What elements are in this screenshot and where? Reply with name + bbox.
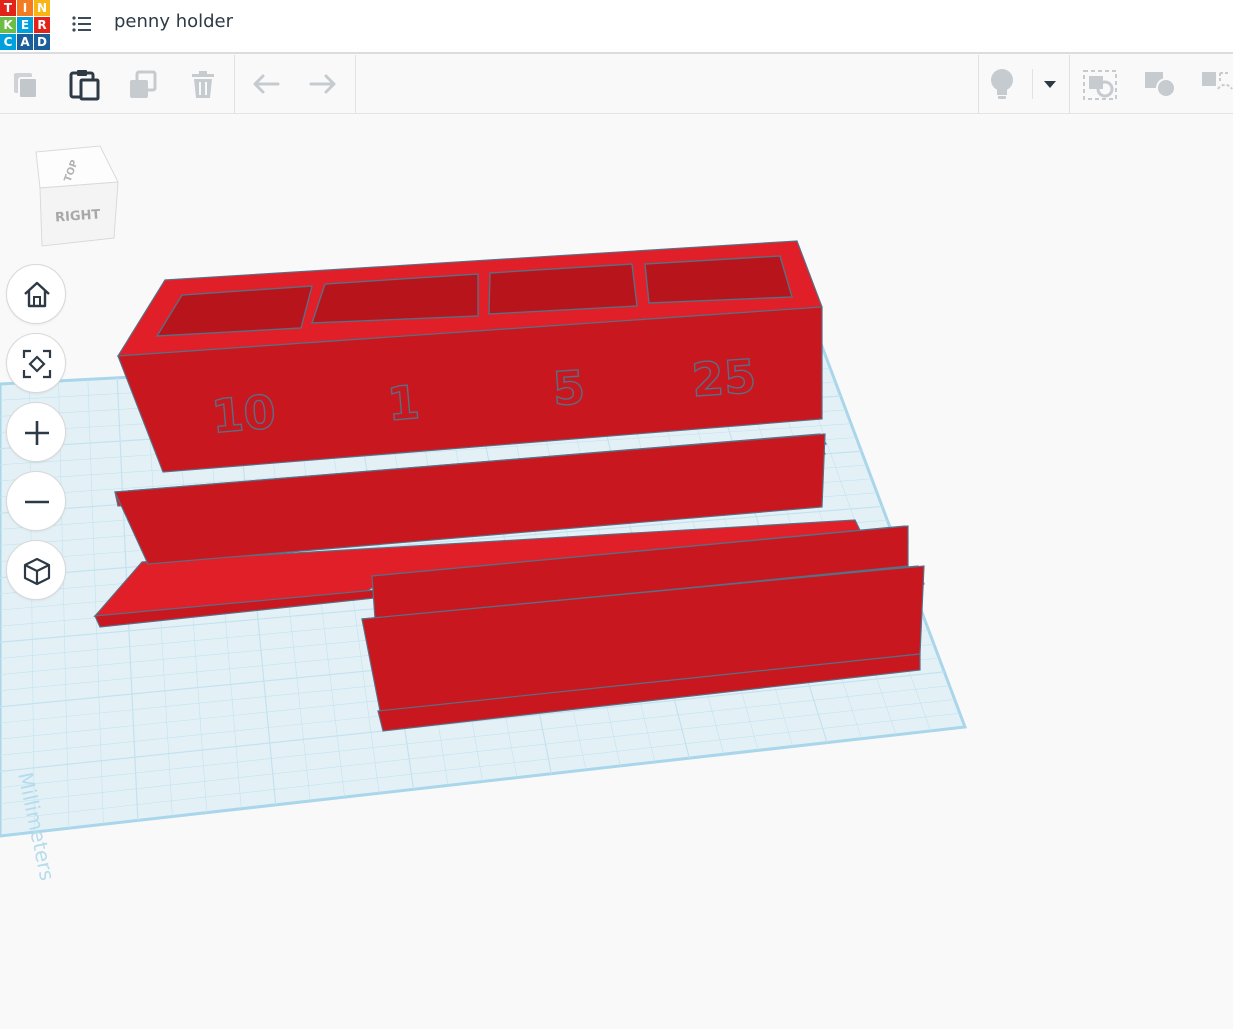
view-cube-front-label: RIGHT	[55, 207, 101, 225]
lightbulb-icon	[991, 69, 1013, 99]
scene-canvas[interactable]: Millimeters 10 1 5 25	[0, 114, 1233, 1029]
plus-icon	[25, 421, 49, 445]
light-bulb-button[interactable]	[981, 63, 1023, 105]
model-label-10: 10	[209, 384, 277, 443]
shapes-icon	[1145, 72, 1176, 98]
home-icon	[24, 281, 50, 308]
model-label-1: 1	[385, 375, 422, 432]
logo-letter: E	[17, 17, 33, 33]
logo-letter: C	[0, 34, 16, 50]
redo-arrow-icon	[309, 74, 336, 94]
design-title[interactable]: penny holder	[114, 11, 233, 32]
logo-letter: K	[0, 17, 16, 33]
copy-button[interactable]	[4, 63, 46, 105]
delete-button[interactable]	[182, 63, 224, 105]
perspective-button[interactable]	[6, 540, 66, 600]
paste-button[interactable]	[63, 63, 105, 105]
duplicate-button[interactable]	[122, 63, 164, 105]
view-cube-icon: TOP RIGHT	[35, 145, 119, 247]
logo-letter: N	[34, 0, 50, 16]
edit-toolbar	[0, 55, 1233, 114]
align-button[interactable]	[1196, 63, 1233, 105]
toolbar-divider	[355, 55, 356, 113]
duplicate-icon	[130, 70, 157, 98]
view-cube[interactable]: TOP RIGHT	[30, 142, 126, 252]
workplane-viewport[interactable]: Millimeters 10 1 5 25 TOP RIGHT	[0, 114, 1233, 1029]
align-icon	[1202, 72, 1233, 90]
logo-letter: R	[34, 17, 50, 33]
redo-button[interactable]	[303, 63, 345, 105]
list-icon	[72, 16, 91, 32]
undo-button[interactable]	[244, 63, 286, 105]
design-menu-button[interactable]	[68, 10, 96, 38]
undo-arrow-icon	[253, 74, 280, 94]
compartment-25	[644, 255, 793, 304]
tinkercad-logo[interactable]: T I N K E R C A D	[0, 0, 51, 51]
toolbar-divider	[1069, 55, 1070, 113]
compartment-5	[488, 263, 638, 315]
ungroup-button[interactable]	[1139, 63, 1181, 105]
zoom-in-button[interactable]	[6, 402, 66, 462]
copy-icon	[14, 73, 38, 99]
zoom-out-button[interactable]	[6, 471, 66, 531]
home-view-button[interactable]	[6, 264, 66, 324]
toolbar-divider	[978, 55, 979, 113]
minus-icon	[25, 500, 49, 504]
model-label-25: 25	[690, 349, 758, 407]
trash-icon	[192, 71, 214, 98]
model-label-5: 5	[551, 360, 587, 416]
paste-icon	[69, 70, 100, 101]
logo-letter: D	[34, 34, 50, 50]
app-header: T I N K E R C A D penny holder	[0, 0, 1233, 54]
logo-letter: A	[17, 34, 33, 50]
logo-letter: I	[17, 0, 33, 16]
toolbar-divider	[1032, 69, 1033, 99]
caret-down-icon	[1044, 81, 1056, 88]
group-icon	[1083, 70, 1117, 100]
fit-view-icon	[22, 349, 52, 379]
cube-icon	[23, 557, 51, 586]
logo-letter: T	[0, 0, 16, 16]
light-dropdown[interactable]	[1036, 63, 1064, 105]
toolbar-divider	[234, 55, 235, 113]
fit-view-button[interactable]	[6, 333, 66, 393]
group-button[interactable]	[1079, 63, 1121, 105]
